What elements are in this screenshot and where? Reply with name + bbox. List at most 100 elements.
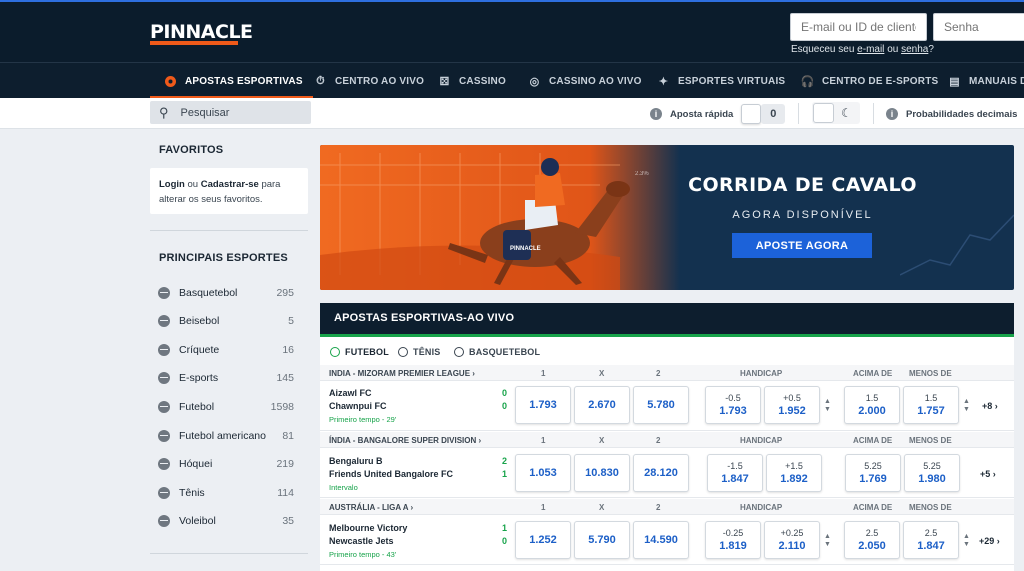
nav-apostas-esportivas[interactable]: APOSTAS ESPORTIVAS bbox=[150, 63, 313, 99]
handicap-line: -0.25 bbox=[722, 528, 744, 538]
total-line: 2.5 bbox=[865, 528, 879, 538]
sport-item-esports[interactable]: E-sports 145 bbox=[158, 368, 294, 388]
info-icon[interactable]: i bbox=[650, 108, 662, 120]
under-button[interactable]: 5.25 1.980 bbox=[904, 454, 960, 492]
over-button[interactable]: 1.5 2.000 bbox=[844, 386, 900, 424]
soccer-ball-icon bbox=[164, 75, 177, 88]
line-stepper-icon[interactable]: ▲ ▼ bbox=[962, 398, 971, 414]
sport-item-basquetebol[interactable]: Basquetebol 295 bbox=[158, 283, 294, 303]
sport-item-futebol-americano[interactable]: Futebol americano 81 bbox=[158, 426, 294, 446]
odd-button-2[interactable]: 28.120 bbox=[633, 454, 689, 492]
banner-title: CORRIDA DE CAVALO bbox=[688, 174, 917, 196]
sport-item-tenis[interactable]: Tênis 114 bbox=[158, 483, 294, 503]
handicap-home-button[interactable]: -0.25 1.819 bbox=[705, 521, 761, 559]
over-button[interactable]: 5.25 1.769 bbox=[845, 454, 901, 492]
sport-item-beisebol[interactable]: Beisebol 5 bbox=[158, 311, 294, 331]
sport-item-criquete[interactable]: Críquete 16 bbox=[158, 340, 294, 360]
handicap-home-button[interactable]: -0.5 1.793 bbox=[705, 386, 761, 424]
match-row[interactable]: Aizawl FC Chawnpui FC 0 0 Primeiro tempo… bbox=[320, 381, 1014, 431]
svg-text:2.3%: 2.3% bbox=[635, 171, 649, 177]
col-header-1: 1 bbox=[541, 369, 546, 378]
quick-bet-toggle[interactable] bbox=[741, 104, 762, 124]
search-input[interactable]: Pesquisar bbox=[181, 107, 230, 119]
league-header[interactable]: AUSTRÁLIA - LIGA A › 1 X 2 HANDICAP ACIM… bbox=[320, 499, 1014, 515]
away-team: Newcastle Jets bbox=[329, 536, 394, 546]
favorites-title: FAVORITOS bbox=[159, 144, 224, 156]
league-header[interactable]: ÍNDIA - BANGALORE SUPER DIVISION › 1 X 2… bbox=[320, 432, 1014, 448]
tab-basquetebol[interactable]: BASQUETEBOL bbox=[454, 337, 540, 366]
info-icon[interactable]: i bbox=[886, 108, 898, 120]
nav-esportes-virtuais[interactable]: ✦ ESPORTES VIRTUAIS bbox=[657, 63, 785, 99]
theme-toggle[interactable]: ☾ bbox=[812, 102, 860, 124]
live-betting-panel: APOSTAS ESPORTIVAS-AO VIVO FUTEBOL TÊNIS… bbox=[320, 303, 1014, 571]
login-link[interactable]: Login bbox=[159, 179, 185, 190]
forgot-password-link[interactable]: senha bbox=[901, 44, 928, 55]
total-line: 1.5 bbox=[924, 393, 938, 403]
match-row[interactable]: Bengaluru B Friends United Bangalore FC … bbox=[320, 448, 1014, 498]
sport-item-voleibol[interactable]: Voleibol 35 bbox=[158, 511, 294, 531]
divider bbox=[150, 230, 308, 231]
home-team: Melbourne Victory bbox=[329, 523, 408, 533]
more-markets-link[interactable]: +29 › bbox=[979, 536, 1000, 546]
odds-format-select[interactable]: i Probabilidades decimais ▼ bbox=[886, 103, 1024, 125]
password-field[interactable] bbox=[933, 13, 1024, 41]
away-score: 0 bbox=[502, 401, 508, 411]
sport-count: 295 bbox=[276, 287, 294, 299]
col-header-x: X bbox=[599, 503, 605, 512]
soccer-ball-icon bbox=[158, 401, 170, 413]
odd-value: 1.847 bbox=[721, 473, 749, 485]
virtual-sports-icon: ✦ bbox=[658, 75, 669, 88]
handicap-away-button[interactable]: +0.25 2.110 bbox=[764, 521, 820, 559]
handicap-away-button[interactable]: +1.5 1.892 bbox=[766, 454, 822, 492]
nav-centro-de-esports[interactable]: 🎧 CENTRO DE E-SPORTS bbox=[801, 63, 939, 99]
sport-item-hoquei[interactable]: Hóquei 219 bbox=[158, 454, 294, 474]
odd-button-1[interactable]: 1.053 bbox=[515, 454, 571, 492]
under-button[interactable]: 2.5 1.847 bbox=[903, 521, 959, 559]
odd-button-x[interactable]: 5.790 bbox=[574, 521, 630, 559]
odd-button-x[interactable]: 2.670 bbox=[574, 386, 630, 424]
register-link[interactable]: Cadastrar-se bbox=[201, 179, 259, 190]
sport-item-futebol[interactable]: Futebol 1598 bbox=[158, 397, 294, 417]
odd-button-2[interactable]: 14.590 bbox=[633, 521, 689, 559]
tab-futebol[interactable]: FUTEBOL bbox=[328, 337, 391, 367]
email-field[interactable] bbox=[790, 13, 927, 41]
pinnacle-logo[interactable]: PINNACLE bbox=[150, 21, 253, 43]
line-stepper-icon[interactable]: ▲ ▼ bbox=[823, 533, 832, 549]
divider bbox=[150, 553, 308, 554]
odd-button-1[interactable]: 1.252 bbox=[515, 521, 571, 559]
nav-manuais[interactable]: ▤ MANUAIS DE bbox=[948, 63, 1024, 99]
handicap-home-button[interactable]: -1.5 1.847 bbox=[707, 454, 763, 492]
tab-tenis[interactable]: TÊNIS bbox=[398, 337, 441, 366]
odd-value: 1.980 bbox=[918, 473, 946, 485]
odd-value: 1.952 bbox=[778, 405, 806, 417]
bet-now-button[interactable]: APOSTE AGORA bbox=[732, 233, 872, 258]
handicap-away-button[interactable]: +0.5 1.952 bbox=[764, 386, 820, 424]
col-header-under: MENOS DE bbox=[909, 503, 952, 512]
odd-button-1[interactable]: 1.793 bbox=[515, 386, 571, 424]
away-team: Chawnpui FC bbox=[329, 401, 387, 411]
nav-centro-ao-vivo[interactable]: ⏱ CENTRO AO VIVO bbox=[314, 63, 424, 99]
more-count: +5 bbox=[980, 469, 991, 479]
search-box[interactable]: ⚲ Pesquisar bbox=[150, 101, 311, 124]
line-stepper-icon[interactable]: ▲ ▼ bbox=[823, 398, 832, 414]
nav-cassino-ao-vivo[interactable]: ◎ CASSINO AO VIVO bbox=[528, 63, 642, 99]
chevron-right-icon: › bbox=[478, 436, 482, 445]
nav-label: APOSTAS ESPORTIVAS bbox=[185, 75, 303, 87]
col-header-handicap: HANDICAP bbox=[740, 503, 783, 512]
sport-count: 16 bbox=[282, 344, 294, 356]
col-header-x: X bbox=[599, 436, 605, 445]
line-stepper-icon[interactable]: ▲ ▼ bbox=[962, 533, 971, 549]
more-markets-link[interactable]: +5 › bbox=[980, 469, 996, 479]
logo-underline bbox=[150, 41, 238, 45]
odd-button-2[interactable]: 5.780 bbox=[633, 386, 689, 424]
match-row[interactable]: Melbourne Victory Newcastle Jets 1 0 Pri… bbox=[320, 515, 1014, 565]
more-markets-link[interactable]: +8 › bbox=[982, 401, 998, 411]
over-button[interactable]: 2.5 2.050 bbox=[844, 521, 900, 559]
odd-button-x[interactable]: 10.830 bbox=[574, 454, 630, 492]
league-header[interactable]: INDIA - MIZORAM PREMIER LEAGUE › 1 X 2 H… bbox=[320, 365, 1014, 381]
odd-value: 2.050 bbox=[858, 540, 886, 552]
under-button[interactable]: 1.5 1.757 bbox=[903, 386, 959, 424]
forgot-email-link[interactable]: e-mail bbox=[857, 44, 884, 55]
nav-cassino[interactable]: ⚄ CASSINO bbox=[438, 63, 506, 99]
divider bbox=[798, 103, 799, 124]
